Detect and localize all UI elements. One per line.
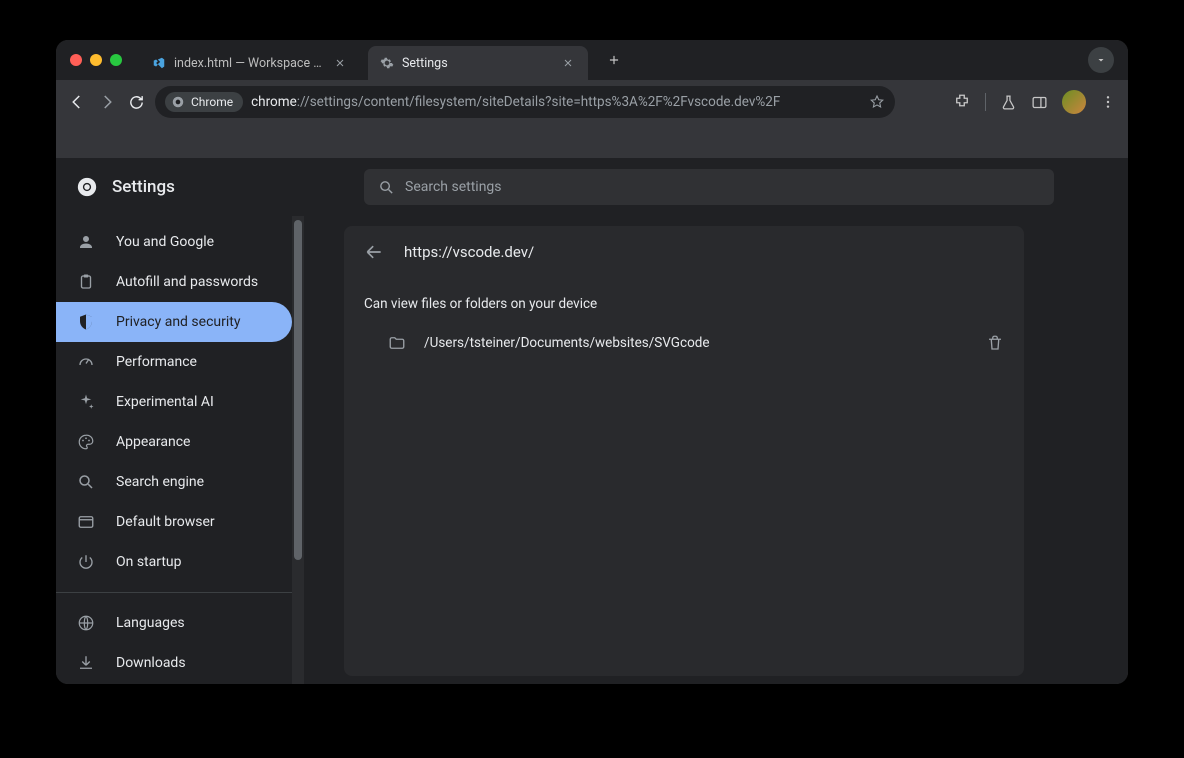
sidebar-item-label: Privacy and security xyxy=(116,314,240,330)
nav-buttons xyxy=(68,93,145,111)
reload-button[interactable] xyxy=(128,94,145,111)
search-icon xyxy=(76,472,96,492)
chrome-logo-icon xyxy=(76,176,98,198)
traffic-lights xyxy=(70,54,122,66)
folder-icon xyxy=(388,334,406,352)
tab-close-button[interactable] xyxy=(560,55,576,71)
sidebar-item-label: Search engine xyxy=(116,474,204,490)
tab-active[interactable]: Settings xyxy=(368,46,588,80)
settings-search-input[interactable]: Search settings xyxy=(364,169,1054,205)
sidebar-item-privacy-security[interactable]: Privacy and security xyxy=(56,302,292,342)
url-text: chrome://settings/content/filesystem/sit… xyxy=(251,94,780,110)
search-placeholder: Search settings xyxy=(405,179,502,195)
sidebar-divider xyxy=(56,592,304,593)
globe-icon xyxy=(76,613,96,633)
browser-icon xyxy=(76,512,96,532)
sidebar-item-label: Performance xyxy=(116,354,197,370)
settings-header: Settings Search settings xyxy=(56,158,1128,216)
browser-window: index.html — Workspace — V Settings xyxy=(56,40,1128,684)
sidebar-item-label: You and Google xyxy=(116,234,214,250)
side-panel-icon[interactable] xyxy=(1031,94,1048,111)
forward-button[interactable] xyxy=(98,93,116,111)
sidebar-item-label: Default browser xyxy=(116,514,215,530)
bookmark-star-icon[interactable] xyxy=(869,94,885,110)
section-label: Can view files or folders on your device xyxy=(344,278,1024,322)
tab-strip: index.html — Workspace — V Settings xyxy=(56,40,1128,80)
labs-icon[interactable] xyxy=(1000,94,1017,111)
bookmarks-bar-area xyxy=(56,124,1128,158)
sidebar-item-downloads[interactable]: Downloads xyxy=(56,643,292,683)
search-wrap: Search settings xyxy=(364,169,1054,205)
settings-sidebar: You and Google Autofill and passwords Pr… xyxy=(56,216,304,684)
separator xyxy=(985,93,986,111)
file-path: /Users/tsteiner/Documents/websites/SVGco… xyxy=(424,335,710,351)
chrome-chip: Chrome xyxy=(165,92,243,112)
settings-body: You and Google Autofill and passwords Pr… xyxy=(56,216,1128,684)
file-row: /Users/tsteiner/Documents/websites/SVGco… xyxy=(344,322,1024,364)
sparkle-icon xyxy=(76,392,96,412)
sidebar-item-default-browser[interactable]: Default browser xyxy=(56,502,292,542)
tab-title: Settings xyxy=(402,56,552,71)
sidebar-scrollbar-track[interactable] xyxy=(292,216,304,684)
sidebar-item-autofill[interactable]: Autofill and passwords xyxy=(56,262,292,302)
download-icon xyxy=(76,653,96,673)
back-button[interactable] xyxy=(68,93,86,111)
sidebar-item-label: Autofill and passwords xyxy=(116,274,258,290)
person-icon xyxy=(76,232,96,252)
card-header: https://vscode.dev/ xyxy=(344,226,1024,278)
sidebar-scrollbar-thumb[interactable] xyxy=(294,220,302,560)
palette-icon xyxy=(76,432,96,452)
power-icon xyxy=(76,552,96,572)
settings-title-wrap: Settings xyxy=(76,176,344,198)
back-arrow-button[interactable] xyxy=(364,242,384,262)
chip-label: Chrome xyxy=(191,95,233,109)
sidebar-item-performance[interactable]: Performance xyxy=(56,342,292,382)
sidebar-item-label: On startup xyxy=(116,554,182,570)
browser-toolbar: Chrome chrome://settings/content/filesys… xyxy=(56,80,1128,124)
shield-icon xyxy=(76,312,96,332)
window-dropdown-button[interactable] xyxy=(1088,47,1114,73)
sidebar-item-label: Languages xyxy=(116,615,185,631)
delete-button[interactable] xyxy=(986,334,1004,352)
search-icon xyxy=(378,179,395,196)
sidebar-item-appearance[interactable]: Appearance xyxy=(56,422,292,462)
settings-main: https://vscode.dev/ Can view files or fo… xyxy=(304,216,1128,684)
toolbar-actions xyxy=(953,90,1116,114)
kebab-menu-icon[interactable] xyxy=(1100,94,1116,110)
settings-title: Settings xyxy=(112,177,175,197)
chrome-logo-icon xyxy=(171,95,185,109)
sidebar-item-on-startup[interactable]: On startup xyxy=(56,542,292,582)
sidebar-item-experimental-ai[interactable]: Experimental AI xyxy=(56,382,292,422)
address-bar[interactable]: Chrome chrome://settings/content/filesys… xyxy=(155,86,895,118)
window-maximize-button[interactable] xyxy=(110,54,122,66)
window-close-button[interactable] xyxy=(70,54,82,66)
sidebar-item-label: Downloads xyxy=(116,655,186,671)
speedometer-icon xyxy=(76,352,96,372)
clipboard-icon xyxy=(76,272,96,292)
page-content: Settings Search settings You and Google … xyxy=(56,158,1128,684)
profile-avatar[interactable] xyxy=(1062,90,1086,114)
site-details-card: https://vscode.dev/ Can view files or fo… xyxy=(344,226,1024,676)
sidebar-item-label: Appearance xyxy=(116,434,190,450)
gear-icon xyxy=(380,56,394,70)
vscode-icon xyxy=(152,56,166,70)
new-tab-button[interactable] xyxy=(600,46,628,74)
tab-close-button[interactable] xyxy=(332,55,348,71)
site-url-title: https://vscode.dev/ xyxy=(404,243,534,261)
window-minimize-button[interactable] xyxy=(90,54,102,66)
extensions-icon[interactable] xyxy=(953,93,971,111)
tab-inactive[interactable]: index.html — Workspace — V xyxy=(140,46,360,80)
sidebar-item-you-and-google[interactable]: You and Google xyxy=(56,222,292,262)
sidebar-item-languages[interactable]: Languages xyxy=(56,603,292,643)
sidebar-item-search-engine[interactable]: Search engine xyxy=(56,462,292,502)
sidebar-item-label: Experimental AI xyxy=(116,394,214,410)
tab-title: index.html — Workspace — V xyxy=(174,56,324,71)
